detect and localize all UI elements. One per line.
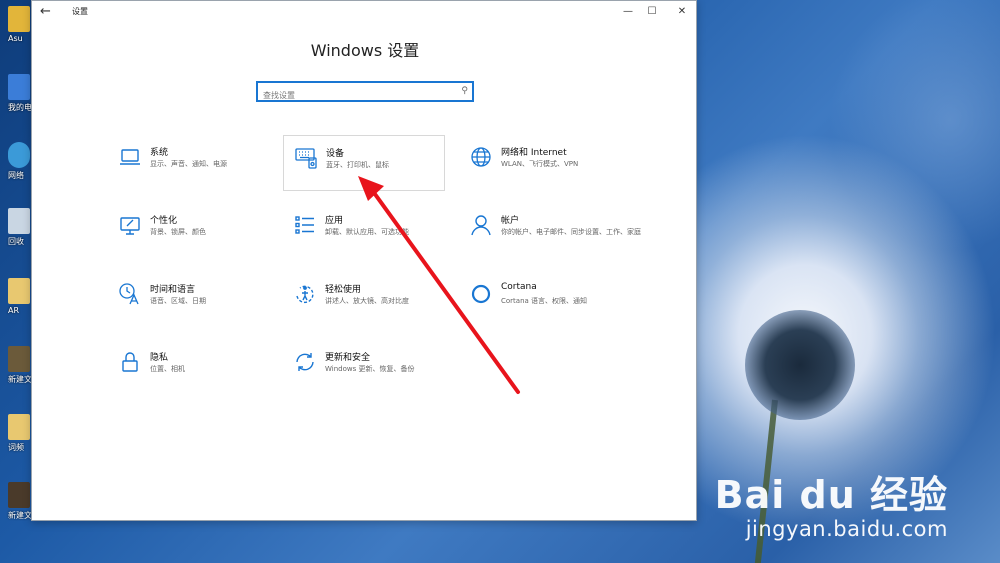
watermark-brand: Bai du 经验 [714, 473, 948, 517]
network-icon [8, 142, 30, 168]
tile-description: 卸载、默认应用、可选功能 [325, 228, 409, 236]
tile-title: 帐户 [501, 216, 520, 226]
folder-icon [8, 414, 30, 440]
wallpaper-dandelion-core [745, 310, 855, 420]
desktop-icon-label: 词频 [8, 443, 24, 452]
tile-accounts[interactable]: 帐户 你的帐户、电子邮件、同步设置、工作、家庭 [459, 203, 641, 259]
tile-privacy[interactable]: 隐私 位置、相机 [108, 340, 270, 396]
tile-description: 背景、锁屏、颜色 [150, 228, 206, 236]
desktop-icon-label: 新建文(4) [8, 511, 44, 520]
tile-title: 时间和语言 [150, 285, 196, 295]
settings-window: ← 设置 — ☐ ✕ Windows 设置 ⚲ 系统 显示、声音、通知、电源 设… [31, 0, 697, 521]
desktop-icon-label: Asu [8, 34, 23, 43]
watermark-url: jingyan.baidu.com [745, 517, 948, 541]
tile-description: 你的帐户、电子邮件、同步设置、工作、家庭 [501, 228, 641, 236]
maximize-button[interactable]: ☐ [644, 4, 660, 20]
page-title: Windows 设置 [310, 41, 420, 60]
window-title: 设置 [72, 7, 88, 16]
desktop-icon-new-doc-4[interactable]: 新建文(4) [8, 482, 44, 521]
tile-title: 更新和安全 [325, 353, 371, 363]
tile-cortana[interactable]: Cortana Cortana 语言、权限、通知 [459, 272, 621, 328]
tile-title: 网络和 Internet [501, 148, 567, 158]
lock-icon [122, 352, 138, 372]
desktop-icon-label: 网络 [8, 171, 24, 180]
tile-apps[interactable]: 应用 卸载、默认应用、可选功能 [283, 203, 445, 259]
desktop-icon-recycle-bin[interactable]: 回收 [8, 208, 32, 247]
recycle-bin-icon [8, 208, 30, 234]
desktop-icon-label: 新建文 [8, 375, 32, 384]
folder-icon [8, 278, 30, 304]
desktop-icon-ar[interactable]: AR [8, 278, 32, 315]
ease-of-access-icon [296, 285, 314, 304]
tile-ease-of-access[interactable]: 轻松使用 讲述人、放大镜、高对比度 [283, 272, 445, 328]
tile-personalization[interactable]: 个性化 背景、锁屏、颜色 [108, 203, 270, 259]
title-bar: ← 设置 — ☐ ✕ [32, 1, 696, 23]
tile-description: 位置、相机 [150, 365, 185, 373]
tile-title: 系统 [150, 148, 169, 158]
desktop-icon-asu[interactable]: Asu [8, 6, 32, 43]
tile-description: Windows 更新、恢复、备份 [325, 365, 415, 373]
archive-icon [8, 482, 30, 508]
search-box[interactable]: ⚲ [256, 81, 474, 104]
desktop-icon-label: 回收 [8, 237, 24, 246]
tile-description: 显示、声音、通知、电源 [150, 160, 227, 168]
search-input[interactable] [258, 87, 448, 104]
archive-icon [8, 346, 30, 372]
desktop-icon-label: AR [8, 306, 20, 315]
minimize-button[interactable]: — [620, 4, 636, 20]
close-button[interactable]: ✕ [674, 4, 690, 20]
tile-description: 讲述人、放大镜、高对比度 [325, 297, 409, 305]
update-icon [296, 353, 314, 371]
tile-description: 语音、区域、日期 [150, 297, 206, 305]
desktop-icon-words[interactable]: 词频 [8, 414, 32, 453]
time-language-icon [119, 283, 139, 305]
person-icon [471, 215, 491, 236]
tile-network[interactable]: 网络和 Internet WLAN、飞行模式、VPN [459, 135, 621, 191]
desktop-icon-label: 我的电 [8, 103, 32, 112]
computer-icon [8, 74, 30, 100]
desktop-icon-computer[interactable]: 我的电 [8, 74, 32, 113]
tile-title: 应用 [325, 216, 344, 226]
personalization-icon [120, 217, 140, 235]
devices-icon [295, 148, 317, 169]
search-icon[interactable]: ⚲ [461, 86, 468, 96]
tile-devices[interactable]: 设备 蓝牙、打印机、鼠标 [283, 135, 445, 191]
apps-list-icon [295, 216, 314, 234]
desktop-icon-new-doc[interactable]: 新建文 [8, 346, 32, 385]
desktop-icons-column: Asu 我的电 网络 回收 AR 新建文 词频 新建文(4) [0, 0, 44, 563]
baidu-jingyan-watermark: Bai du 经验 jingyan.baidu.com [715, 464, 948, 541]
folder-icon [8, 6, 30, 32]
tile-system[interactable]: 系统 显示、声音、通知、电源 [108, 135, 270, 191]
tile-description: Cortana 语言、权限、通知 [501, 297, 588, 305]
laptop-icon [120, 149, 140, 165]
tile-title: 个性化 [150, 216, 178, 226]
tile-update-security[interactable]: 更新和安全 Windows 更新、恢复、备份 [283, 340, 445, 396]
back-arrow-icon[interactable]: ← [40, 4, 56, 20]
tile-title: 轻松使用 [325, 285, 362, 295]
tile-description: WLAN、飞行模式、VPN [501, 160, 579, 168]
tile-description: 蓝牙、打印机、鼠标 [326, 161, 389, 169]
desktop-icon-network[interactable]: 网络 [8, 142, 32, 181]
tile-time-language[interactable]: 时间和语言 语音、区域、日期 [108, 272, 270, 328]
cortana-icon [471, 284, 491, 304]
tile-title: 隐私 [150, 353, 169, 363]
globe-icon [471, 147, 491, 167]
tile-title: Cortana [501, 282, 537, 292]
tile-title: 设备 [326, 149, 345, 159]
